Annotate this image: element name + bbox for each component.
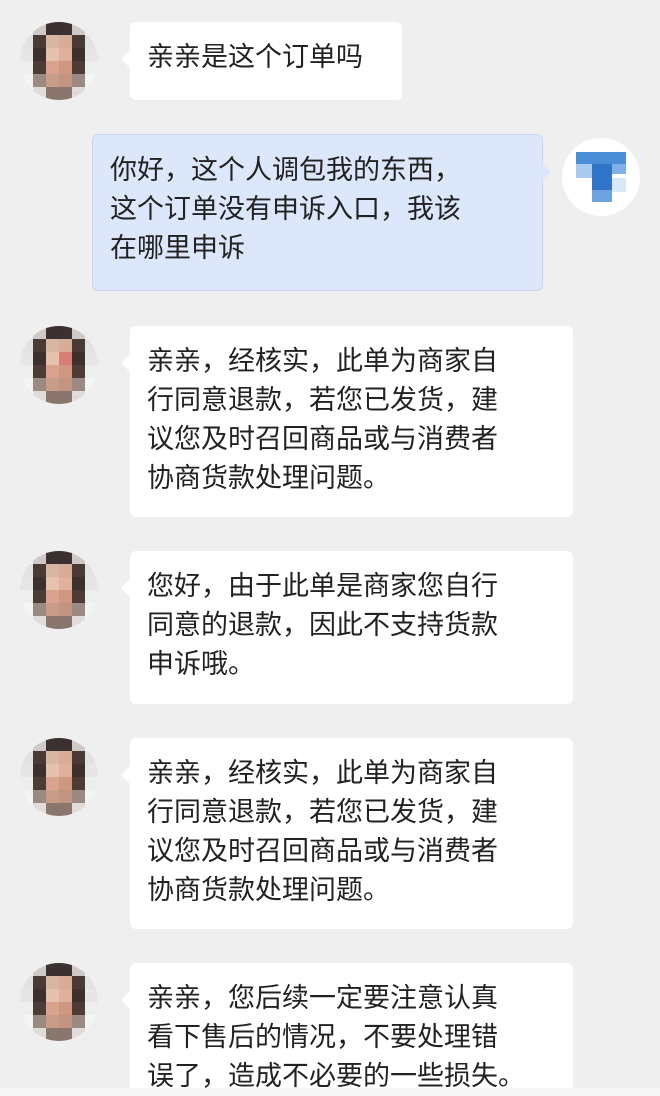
message-bubble-agent[interactable]: 亲亲，经核实，此单为商家自 行同意退款，若您已发货，建 议您及时召回商品或与消费… [121,326,573,517]
agent-avatar[interactable] [20,738,98,816]
message-bubble-agent[interactable]: 亲亲，经核实，此单为商家自 行同意退款，若您已发货，建 议您及时召回商品或与消费… [121,738,573,929]
message-bubble-agent[interactable]: 亲亲，您后续一定要注意认真 看下售后的情况，不要处理错 误了，造成不必要的一些损… [121,963,573,1088]
message-bubble-user[interactable]: 你好，这个人调包我的东西， 这个订单没有申诉入口，我该 在哪里申诉 [92,134,551,291]
bottom-edge [0,1088,660,1096]
agent-avatar[interactable] [20,963,98,1041]
message-bubble-agent[interactable]: 您好，由于此单是商家您自行 同意的退款，因此不支持货款 申诉哦。 [121,551,573,704]
user-avatar[interactable] [562,138,640,216]
agent-avatar[interactable] [20,551,98,629]
agent-avatar[interactable] [20,326,98,404]
chat-message-list[interactable]: 亲亲是这个订单吗 你好，这个人调包我的东西， 这个订单没有申诉入口，我该 在哪里… [0,0,660,1088]
agent-avatar[interactable] [20,22,98,100]
message-bubble-agent[interactable]: 亲亲是这个订单吗 [121,22,402,100]
